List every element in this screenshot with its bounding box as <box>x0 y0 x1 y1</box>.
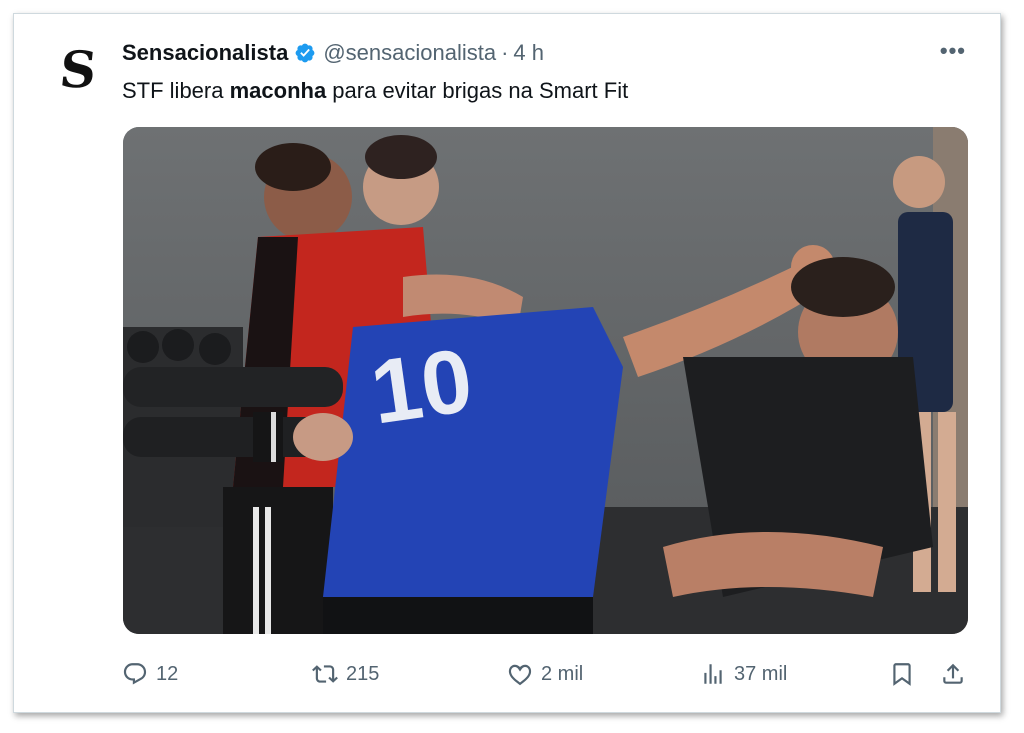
reply-count: 12 <box>156 662 179 685</box>
tweet-text: STF libera maconha para evitar brigas na… <box>122 76 628 106</box>
verified-badge-icon[interactable] <box>294 42 316 64</box>
tweet-actions: 12 215 2 mil 37 mil <box>122 654 972 694</box>
retweet-icon <box>312 665 338 683</box>
views-chart-icon <box>704 664 722 684</box>
views-button[interactable]: 37 mil <box>700 654 787 694</box>
avatar[interactable]: S <box>52 40 104 99</box>
retweet-count: 215 <box>346 662 380 685</box>
user-handle[interactable]: @sensacionalista <box>323 40 496 66</box>
tweet-text-bold: maconha <box>229 78 327 103</box>
tweet-text-after: para evitar brigas na Smart Fit <box>326 78 629 103</box>
bookmark-button[interactable] <box>889 654 915 694</box>
like-button[interactable]: 2 mil <box>507 654 583 694</box>
tweet-timestamp[interactable]: 4 h <box>513 40 544 66</box>
views-count: 37 mil <box>734 662 788 685</box>
tweet-header: Sensacionalista @sensacionalista · 4 h <box>122 38 544 68</box>
more-horizontal-icon[interactable]: ••• <box>940 40 966 66</box>
tweet-media-image[interactable]: 10 <box>123 127 968 634</box>
jersey-number: 10 <box>365 331 478 444</box>
like-count: 2 mil <box>541 662 584 685</box>
heart-icon <box>508 664 532 686</box>
separator-dot: · <box>501 40 509 65</box>
bookmark-icon <box>893 663 911 686</box>
retweet-button[interactable]: 215 <box>312 654 379 694</box>
share-icon <box>943 663 963 684</box>
share-button[interactable] <box>940 654 966 694</box>
tweet-card[interactable]: S Sensacionalista @sensacionalista · 4 h… <box>13 13 1001 713</box>
avatar-logo: S <box>56 40 100 99</box>
media-photo-gym-fight: 10 <box>123 127 968 634</box>
display-name[interactable]: Sensacionalista <box>122 40 288 66</box>
reply-button[interactable]: 12 <box>122 654 178 694</box>
tweet-text-before: STF libera <box>122 78 230 103</box>
reply-icon <box>123 663 147 685</box>
